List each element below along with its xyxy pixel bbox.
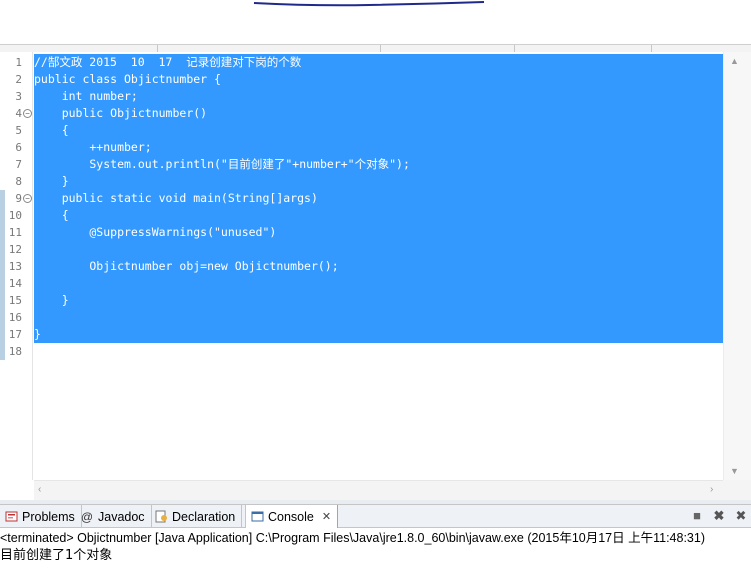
line-number: 13 — [8, 260, 22, 273]
tab-label: Javadoc — [98, 509, 145, 524]
line-number: 15 — [8, 294, 22, 307]
tab-declaration[interactable]: Declaration — [150, 505, 243, 528]
code-line: } — [34, 174, 69, 188]
scroll-down-arrow-icon[interactable]: ▼ — [730, 466, 739, 476]
line-number: 17 — [8, 328, 22, 341]
code-line: ++number; — [34, 140, 152, 154]
code-line: public Objictnumber() — [34, 106, 208, 120]
code-line: { — [34, 123, 69, 137]
code-line: public class Objictnumber { — [34, 72, 221, 86]
code-line: { — [34, 208, 69, 222]
stop-icon[interactable]: ■ — [689, 508, 705, 524]
bottom-panel-tab-bar: Problems @ Javadoc Declaration Console ✕… — [0, 504, 751, 528]
console-icon — [250, 510, 264, 524]
code-editor[interactable]: 1 2 3 4−5 6 7 8 9−10 11 12 13 14 15 16 17 18 //郜文政 2015… — [0, 52, 751, 500]
tab-console[interactable]: Console ✕ — [245, 505, 339, 528]
horizontal-scrollbar[interactable]: ‹ › — [34, 480, 723, 500]
code-line: } — [34, 327, 41, 341]
line-number: 3 — [15, 90, 22, 103]
scroll-right-arrow-icon[interactable]: › — [710, 484, 713, 495]
fold-collapse-icon[interactable]: − — [23, 194, 32, 203]
declaration-icon — [154, 510, 168, 524]
line-number: 5 — [15, 124, 22, 137]
editor-tab-strip-edge — [0, 44, 751, 52]
line-number-gutter: 1 2 3 4−5 6 7 8 9−10 11 12 13 14 15 16 17 18 — [0, 52, 33, 480]
line-number: 4 — [15, 107, 22, 120]
code-text-area[interactable]: //郜文政 2015 10 17 记录创建对下岗的个数 public class … — [34, 52, 723, 480]
code-line: //郜文政 2015 10 17 记录创建对下岗的个数 — [34, 55, 302, 69]
pen-scribble-mark — [253, 1, 485, 7]
console-status-line: <terminated> Objictnumber [Java Applicat… — [0, 529, 751, 548]
line-number: 2 — [15, 73, 22, 86]
line-number: 9 — [15, 192, 22, 205]
line-number: 1 — [15, 56, 22, 69]
line-number: 18 — [8, 345, 22, 358]
remove-launch-icon[interactable]: ✖ — [711, 508, 727, 524]
tab-label: Declaration — [172, 509, 236, 524]
code-line: int number; — [34, 89, 138, 103]
code-line: System.out.println("目前创建了"+number+"个对象")… — [34, 157, 410, 171]
problems-icon — [4, 510, 18, 524]
tab-problems[interactable]: Problems — [0, 505, 82, 528]
at-sign-icon: @ — [80, 509, 94, 524]
line-number: 12 — [8, 243, 22, 256]
code-line: Objictnumber obj=new Objictnumber(); — [34, 259, 339, 273]
line-number: 11 — [8, 226, 22, 239]
remove-all-icon[interactable]: ✖ — [733, 508, 749, 524]
console-output-text: 目前创建了1个对象 — [0, 548, 113, 563]
tab-label: Console — [268, 509, 314, 524]
tab-label: Problems — [22, 509, 75, 524]
line-number: 10 — [8, 209, 22, 222]
line-number: 14 — [8, 277, 22, 290]
fold-collapse-icon[interactable]: − — [23, 109, 32, 118]
tab-javadoc[interactable]: @ Javadoc — [76, 505, 152, 528]
close-icon[interactable]: ✕ — [322, 510, 331, 523]
scrollbar-corner — [723, 480, 751, 500]
line-number: 6 — [15, 141, 22, 154]
scroll-left-arrow-icon[interactable]: ‹ — [38, 484, 41, 495]
code-line: @SuppressWarnings("unused") — [34, 225, 277, 239]
line-number: 16 — [8, 311, 22, 324]
line-number: 8 — [15, 175, 22, 188]
code-line: public static void main(String[]args) — [34, 191, 318, 205]
vertical-scrollbar[interactable]: ▲ ▼ — [723, 52, 751, 480]
line-number: 7 — [15, 158, 22, 171]
code-line: } — [34, 293, 69, 307]
console-toolbar: ■ ✖ ✖ — [689, 508, 749, 524]
scroll-up-arrow-icon[interactable]: ▲ — [730, 56, 739, 66]
